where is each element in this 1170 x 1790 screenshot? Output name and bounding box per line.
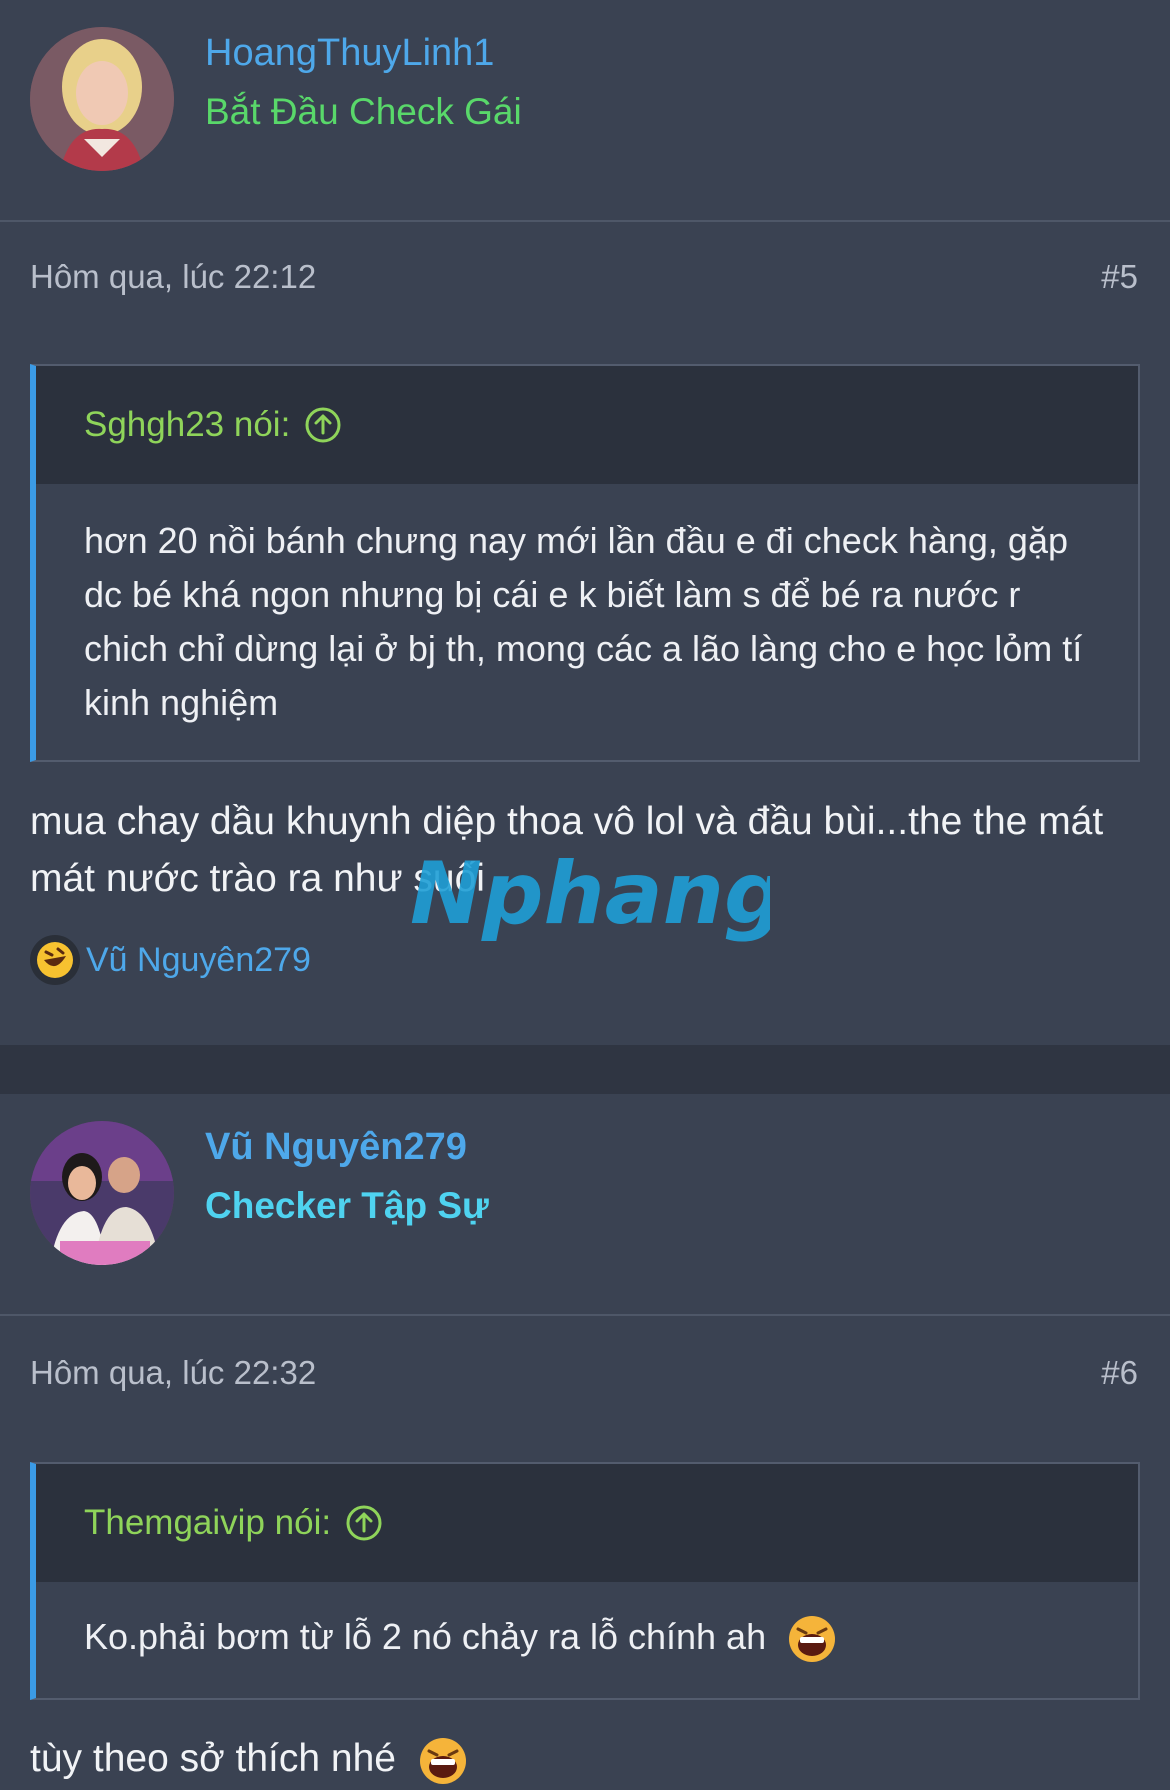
reactions-bar[interactable]: Vũ Nguyên279 bbox=[30, 935, 311, 985]
reaction-user[interactable]: Vũ Nguyên279 bbox=[86, 941, 311, 980]
post-user-header: HoangThuyLinh1 Bắt Đầu Check Gái bbox=[0, 0, 1170, 222]
quote-block: Themgaivip nói: Ko.phải bơm từ lỗ 2 nó c… bbox=[30, 1462, 1140, 1700]
arrow-up-circle-icon[interactable] bbox=[304, 406, 342, 444]
rofl-emoji-icon bbox=[30, 935, 80, 985]
laughing-emoji-icon bbox=[419, 1737, 466, 1784]
laughing-emoji-icon bbox=[789, 1616, 836, 1663]
quote-text-row: Ko.phải bơm từ lỗ 2 nó chảy ra lỗ chính … bbox=[36, 1582, 1138, 1695]
avatar[interactable] bbox=[30, 27, 174, 171]
quote-text: Ko.phải bơm từ lỗ 2 nó chảy ra lỗ chính … bbox=[84, 1616, 767, 1657]
post-number[interactable]: #6 bbox=[1101, 1354, 1138, 1392]
post-6: Vũ Nguyên279 Checker Tập Sự Hôm qua, lúc… bbox=[0, 1094, 1170, 1790]
post-user-header: Vũ Nguyên279 Checker Tập Sự bbox=[0, 1094, 1170, 1316]
user-title: Bắt Đầu Check Gái bbox=[205, 91, 522, 132]
quote-header[interactable]: Sghgh23 nói: bbox=[36, 366, 1138, 484]
quote-author[interactable]: Sghgh23 nói: bbox=[84, 405, 290, 445]
post-body-row: tùy theo sở thích nhé bbox=[30, 1730, 1140, 1787]
arrow-up-circle-icon[interactable] bbox=[345, 1504, 383, 1542]
post-body: tùy theo sở thích nhé bbox=[30, 1737, 396, 1780]
author-name[interactable]: Vũ Nguyên279 bbox=[205, 1126, 467, 1169]
post-body: mua chay dầu khuynh diệp thoa vô lol và … bbox=[30, 800, 1104, 900]
author-name[interactable]: HoangThuyLinh1 bbox=[205, 32, 494, 75]
post-number[interactable]: #5 bbox=[1101, 258, 1138, 296]
post-separator bbox=[0, 1045, 1170, 1094]
user-title: Checker Tập Sự bbox=[205, 1185, 489, 1226]
avatar[interactable] bbox=[30, 1121, 174, 1265]
quote-header[interactable]: Themgaivip nói: bbox=[36, 1464, 1138, 1582]
post-5: HoangThuyLinh1 Bắt Đầu Check Gái Hôm qua… bbox=[0, 0, 1170, 1045]
quote-author[interactable]: Themgaivip nói: bbox=[84, 1503, 331, 1543]
post-date[interactable]: Hôm qua, lúc 22:12 bbox=[30, 258, 316, 296]
quote-text: hơn 20 nồi bánh chưng nay mới lần đầu e … bbox=[84, 520, 1083, 723]
post-date[interactable]: Hôm qua, lúc 22:32 bbox=[30, 1354, 316, 1392]
quote-block: Sghgh23 nói: hơn 20 nồi bánh chưng nay m… bbox=[30, 364, 1140, 762]
